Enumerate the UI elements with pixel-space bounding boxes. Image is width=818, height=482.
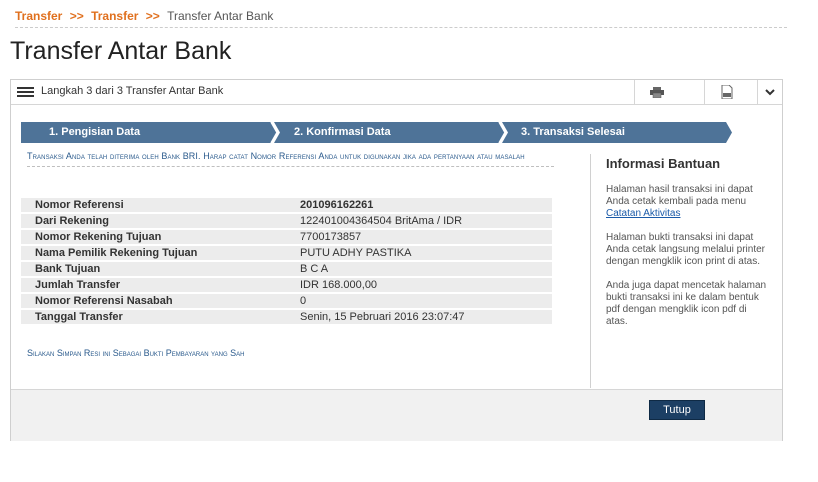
detail-value: IDR 168.000,00 (284, 278, 552, 292)
step-3-label: 3. Transaksi Selesai (521, 126, 625, 138)
help-title: Informasi Bantuan (606, 156, 721, 171)
detail-value: 7700173857 (284, 230, 552, 244)
section-divider (590, 154, 591, 388)
step-progress: 1. Pengisian Data 2. Konfirmasi Data 3. … (21, 122, 732, 143)
result-section: Transaksi Anda telah diterima oleh Bank … (27, 150, 554, 167)
step-2-label: 2. Konfirmasi Data (294, 126, 391, 138)
success-notice: Transaksi Anda telah diterima oleh Bank … (27, 150, 554, 167)
detail-label: Tanggal Transfer (21, 310, 284, 324)
pdf-icon (721, 85, 733, 99)
breadcrumb: Transfer >> Transfer >> Transfer Antar B… (15, 9, 273, 23)
table-row: Nomor Referensi Nasabah 0 (21, 294, 552, 308)
detail-value: PUTU ADHY PASTIKA (284, 246, 552, 260)
step-indicator: Langkah 3 dari 3 Transfer Antar Bank (41, 85, 224, 97)
step-1-label: 1. Pengisian Data (49, 126, 141, 138)
help-paragraph-3: Anda juga dapat mencetak halaman bukti t… (606, 280, 767, 327)
menu-icon[interactable] (17, 87, 34, 98)
help-paragraph-1: Halaman hasil transaksi ini dapat Anda c… (606, 184, 771, 220)
pdf-button[interactable] (704, 80, 749, 104)
transaction-details-table: Nomor Referensi 201096162261 Dari Rekeni… (21, 196, 552, 326)
breadcrumb-current: Transfer Antar Bank (167, 9, 274, 23)
breadcrumb-link-transfer-2[interactable]: Transfer (91, 9, 138, 23)
detail-value: 201096162261 (284, 198, 552, 212)
transaction-panel: Langkah 3 dari 3 Transfer Antar Bank 1. … (10, 79, 783, 441)
panel-header: Langkah 3 dari 3 Transfer Antar Bank (11, 80, 782, 105)
chevron-down-icon (765, 88, 775, 95)
detail-label: Bank Tujuan (21, 262, 284, 276)
table-row: Nomor Rekening Tujuan 7700173857 (21, 230, 552, 244)
table-row: Jumlah Transfer IDR 168.000,00 (21, 278, 552, 292)
breadcrumb-separator: >> (145, 9, 160, 23)
detail-value: 0 (284, 294, 552, 308)
detail-label: Nomor Rekening Tujuan (21, 230, 284, 244)
close-button[interactable]: Tutup (649, 400, 705, 420)
breadcrumb-separator: >> (69, 9, 84, 23)
help-paragraph-2: Halaman bukti transaksi ini dapat Anda c… (606, 232, 765, 267)
detail-label: Jumlah Transfer (21, 278, 284, 292)
table-row: Tanggal Transfer Senin, 15 Pebruari 2016… (21, 310, 552, 324)
detail-label: Nomor Referensi (21, 198, 284, 212)
page-title: Transfer Antar Bank (10, 37, 232, 65)
detail-label: Dari Rekening (21, 214, 284, 228)
detail-label: Nama Pemilik Rekening Tujuan (21, 246, 284, 260)
detail-value: 122401004364504 BritAma / IDR (284, 214, 552, 228)
detail-label: Nomor Referensi Nasabah (21, 294, 284, 308)
breadcrumb-divider (15, 27, 787, 28)
detail-value: B C A (284, 262, 552, 276)
help-text: Halaman hasil transaksi ini dapat Anda c… (606, 184, 753, 207)
table-row: Dari Rekening 122401004364504 BritAma / … (21, 214, 552, 228)
breadcrumb-link-transfer[interactable]: Transfer (15, 9, 62, 23)
help-panel: Informasi Bantuan Halaman hasil transaks… (606, 156, 771, 340)
table-row: Bank Tujuan B C A (21, 262, 552, 276)
save-receipt-note: Silakan Simpan Resi ini Sebagai Bukti Pe… (27, 348, 245, 358)
table-row: Nama Pemilik Rekening Tujuan PUTU ADHY P… (21, 246, 552, 260)
printer-icon (650, 86, 664, 98)
table-row: Nomor Referensi 201096162261 (21, 198, 552, 212)
detail-value: Senin, 15 Pebruari 2016 23:07:47 (284, 310, 552, 324)
activity-log-link[interactable]: Catatan Aktivitas (606, 208, 680, 219)
panel-footer: Tutup (11, 389, 782, 441)
print-button[interactable] (634, 80, 679, 104)
options-dropdown[interactable] (757, 80, 782, 104)
